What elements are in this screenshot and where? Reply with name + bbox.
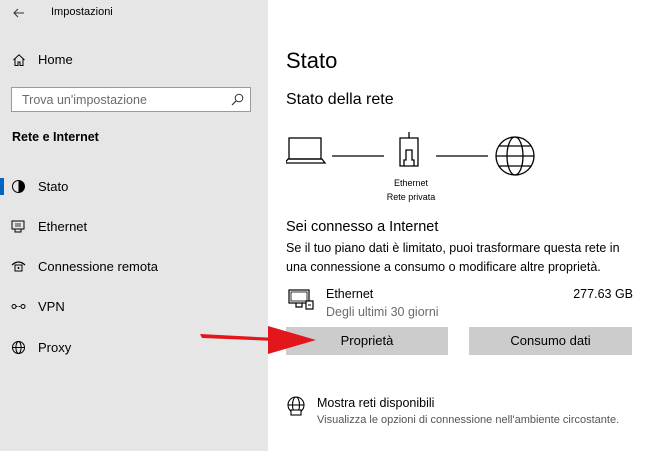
sidebar-item-ethernet[interactable]: Ethernet bbox=[0, 209, 268, 243]
laptop-icon bbox=[286, 137, 327, 164]
connection-description: Se il tuo piano dati è limitato, puoi tr… bbox=[286, 241, 620, 274]
home-icon bbox=[13, 54, 25, 66]
sidebar-item-home-label: Home bbox=[38, 52, 73, 67]
adapter-period: Degli ultimi 30 giorni bbox=[326, 305, 439, 319]
sidebar-item-label: Ethernet bbox=[38, 219, 88, 234]
adapter-data-usage: 277.63 GB bbox=[573, 287, 633, 301]
globe-icon bbox=[12, 341, 25, 354]
back-button[interactable] bbox=[8, 3, 30, 23]
dialup-icon bbox=[11, 261, 26, 272]
sidebar-item-connessione-remota[interactable]: Connessione remota bbox=[0, 249, 268, 283]
page-title: Stato bbox=[286, 48, 338, 73]
search-icon[interactable] bbox=[231, 93, 244, 106]
available-networks-description: Visualizza le opzioni di connessione nel… bbox=[317, 414, 620, 426]
ethernet-port-icon bbox=[399, 132, 419, 167]
sidebar-item-label: Connessione remota bbox=[38, 259, 158, 274]
data-usage-button[interactable]: Consumo dati bbox=[469, 327, 632, 355]
title-bar: Impostazioni bbox=[0, 0, 268, 26]
show-available-networks-link[interactable]: Mostra reti disponibili bbox=[317, 396, 434, 410]
internet-globe-icon bbox=[495, 136, 535, 176]
sidebar-item-home[interactable]: Home bbox=[0, 46, 268, 74]
ethernet-adapter-icon bbox=[288, 289, 314, 310]
connection-status: Sei connesso a Internet bbox=[286, 219, 439, 235]
available-networks-icon bbox=[287, 396, 305, 416]
back-arrow-icon bbox=[13, 8, 24, 18]
sidebar-item-label: Proxy bbox=[38, 340, 72, 355]
sidebar: Impostazioni Home Rete e Internet Stato … bbox=[0, 0, 268, 451]
network-status-heading: Stato della rete bbox=[286, 91, 394, 108]
sidebar-item-label: VPN bbox=[38, 299, 65, 314]
vpn-icon bbox=[11, 304, 26, 309]
adapter-name: Ethernet bbox=[326, 287, 374, 301]
status-icon bbox=[12, 180, 25, 193]
annotation-arrow-icon bbox=[200, 326, 316, 354]
main-content: Stato Stato della rete Ethernet Rete pri… bbox=[268, 0, 650, 451]
sidebar-item-label: Stato bbox=[38, 179, 69, 194]
search-box[interactable] bbox=[11, 87, 251, 112]
selection-indicator bbox=[0, 178, 4, 195]
search-input[interactable] bbox=[12, 88, 222, 111]
diagram-network-label: Rete privata bbox=[386, 192, 436, 202]
ethernet-icon bbox=[11, 220, 25, 233]
diagram-adapter-label: Ethernet bbox=[393, 178, 429, 188]
section-title: Rete e Internet bbox=[12, 130, 99, 144]
sidebar-item-stato[interactable]: Stato bbox=[0, 169, 268, 203]
app-title: Impostazioni bbox=[51, 6, 113, 18]
